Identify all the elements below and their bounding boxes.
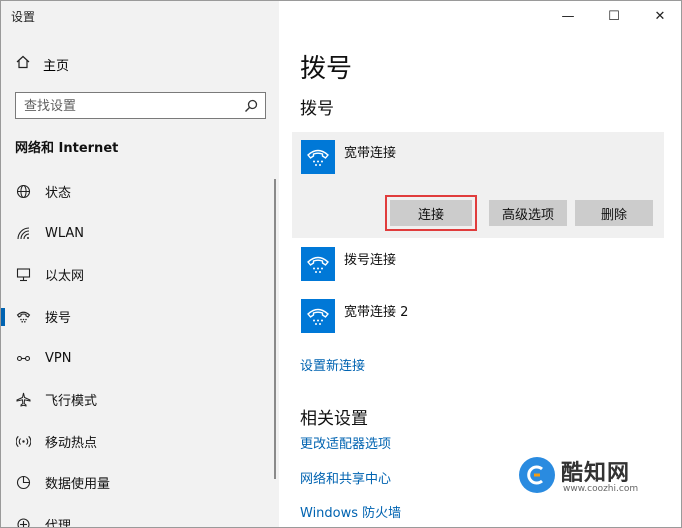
advanced-options-button[interactable]: 高级选项 [489,200,567,226]
connect-button[interactable]: 连接 [385,195,477,231]
windows-firewall-link[interactable]: Windows 防火墙 [300,502,401,521]
sidebar: 设置 主页 网络和 Internet 状态 [1,1,279,528]
dialup-tile-icon [301,247,335,281]
sidebar-item-dialup[interactable]: 拨号 [1,296,279,338]
airplane-icon [15,392,31,408]
section-title: 拨号 [300,99,334,119]
search-box[interactable] [15,92,266,119]
maximize-button[interactable]: ☐ [591,1,637,31]
search-icon[interactable] [244,98,258,112]
delete-button[interactable]: 删除 [575,200,653,226]
sidebar-item-label: 代理 [45,519,72,528]
data-usage-icon [15,475,31,491]
sidebar-item-proxy[interactable]: 代理 [1,504,279,528]
watermark-url: www.coozhi.com [563,484,639,494]
sidebar-item-wlan[interactable]: WLAN [1,213,279,255]
caption-buttons: — ☐ ✕ [545,1,681,31]
sidebar-item-label: 状态 [45,186,72,202]
proxy-icon [15,517,31,527]
sidebar-item-label: 数据使用量 [45,477,111,493]
home-label: 主页 [43,58,70,74]
sidebar-item-label: 飞行模式 [45,394,98,410]
main-content: — ☐ ✕ 拨号 拨号 宽带连接 连接 高级选项 删除 拨号连接 宽带连接 2 … [279,1,681,527]
settings-window: 设置 主页 网络和 Internet 状态 [0,0,682,528]
setup-new-connection-link[interactable]: 设置新连接 [300,355,365,374]
sidebar-item-vpn[interactable]: VPN [1,337,279,379]
vpn-icon [15,350,31,366]
sidebar-item-hotspot[interactable]: 移动热点 [1,421,279,463]
hotspot-icon [15,433,31,449]
watermark-logo-icon [519,457,555,493]
sidebar-item-label: 拨号 [45,311,72,327]
sidebar-item-label: VPN [45,350,72,366]
dialup-tile-icon [301,140,335,174]
sidebar-nav: 状态 WLAN 以太网 拨号 VPN 飞行模式 移动热点 数据使用量 代理 [1,171,279,528]
globe-icon [15,184,31,200]
dialup-tile-icon [301,299,335,333]
search-input[interactable] [24,97,234,115]
close-button[interactable]: ✕ [637,1,681,31]
sidebar-scrollbar[interactable] [274,179,276,479]
window-title: 设置 [11,10,36,24]
sidebar-item-status[interactable]: 状态 [1,171,279,213]
sidebar-item-label: WLAN [45,225,85,241]
connection-name: 宽带连接 [344,146,397,161]
sidebar-item-label: 移动热点 [45,435,98,451]
change-adapter-options-link[interactable]: 更改适配器选项 [300,433,391,452]
watermark: 酷知网 www.coozhi.com [517,451,667,503]
sidebar-item-label: 以太网 [45,269,85,285]
sidebar-item-ethernet[interactable]: 以太网 [1,254,279,296]
minimize-button[interactable]: — [545,1,591,31]
sidebar-item-airplane[interactable]: 飞行模式 [1,379,279,421]
network-sharing-center-link[interactable]: 网络和共享中心 [300,468,391,487]
watermark-brand: 酷知网 [561,461,631,486]
ethernet-icon [15,267,31,283]
connection-name: 拨号连接 [344,253,397,268]
connection-item[interactable]: 宽带连接 连接 高级选项 删除 [292,132,664,238]
dialup-icon [15,309,31,325]
wifi-icon [15,225,31,241]
page-title: 拨号 [300,54,353,84]
home-icon [15,55,31,73]
connection-name: 宽带连接 2 [344,305,409,320]
connection-item[interactable]: 宽带连接 2 [292,291,664,343]
connection-actions: 连接 高级选项 删除 [292,195,664,231]
sidebar-item-data-usage[interactable]: 数据使用量 [1,462,279,504]
sidebar-section-title: 网络和 Internet [15,141,119,156]
sidebar-home[interactable]: 主页 [15,54,69,74]
related-settings-title: 相关设置 [300,409,368,429]
connection-item[interactable]: 拨号连接 [292,239,664,291]
